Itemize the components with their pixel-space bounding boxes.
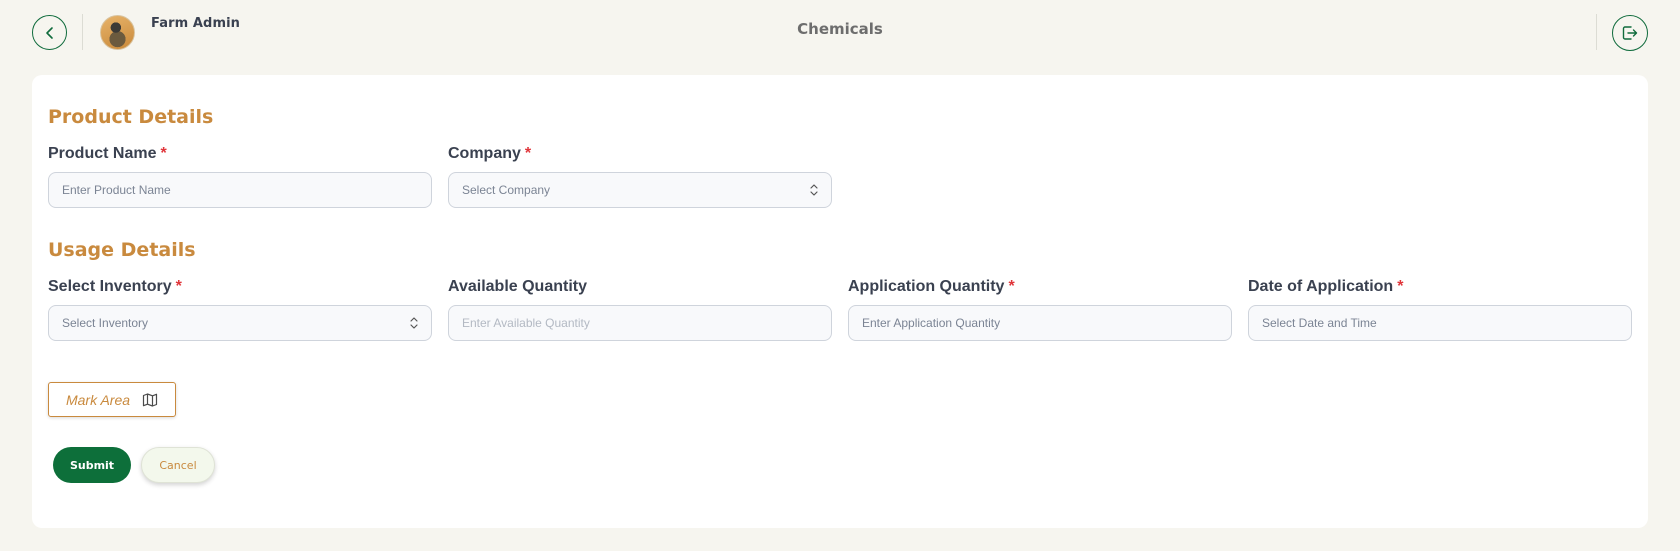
available-quantity-label-text: Available Quantity [448,278,587,295]
section-title-product-details: Product Details [48,106,214,128]
application-quantity-input[interactable] [848,305,1232,341]
logout-button[interactable] [1612,15,1648,51]
inventory-select[interactable]: Select Inventory [48,305,432,341]
inventory-label: Select Inventory * [48,278,182,296]
application-quantity-label: Application Quantity * [848,278,1015,296]
date-of-application-label-text: Date of Application [1248,278,1394,295]
product-name-input[interactable] [48,172,432,208]
top-bar: Farm Admin Chemicals [0,0,1680,70]
inventory-label-text: Select Inventory [48,278,172,295]
required-marker: * [1397,278,1404,295]
required-marker: * [175,278,182,295]
company-label: Company * [448,145,531,163]
company-label-text: Company [448,145,521,162]
date-of-application-label: Date of Application * [1248,278,1403,296]
product-name-label-text: Product Name [48,145,157,162]
section-title-usage-details: Usage Details [48,239,196,261]
available-quantity-label: Available Quantity [448,278,587,296]
header-divider [1596,14,1597,50]
page-title: Chemicals [797,20,883,38]
product-name-label: Product Name * [48,145,167,163]
chevron-up-down-icon [410,317,418,329]
chemical-form-card: Product Details Product Name* Company* S… [32,75,1648,528]
available-quantity-input[interactable] [448,305,832,341]
chevron-up-down-icon [810,184,818,196]
company-select-placeholder: Select Company [462,183,551,197]
required-marker: * [524,145,532,162]
mark-area-button[interactable]: Mark Area [48,382,176,417]
required-marker: * [160,145,167,162]
application-quantity-label-text: Application Quantity [848,278,1005,295]
map-icon [142,392,158,407]
submit-button[interactable]: Submit [53,447,131,483]
cancel-button[interactable]: Cancel [141,447,215,483]
required-marker: * [1008,278,1015,295]
logout-icon [1622,26,1638,40]
inventory-select-placeholder: Select Inventory [62,316,149,330]
company-select[interactable]: Select Company [448,172,832,208]
date-of-application-input[interactable] [1248,305,1632,341]
mark-area-label: Mark Area [65,391,131,408]
